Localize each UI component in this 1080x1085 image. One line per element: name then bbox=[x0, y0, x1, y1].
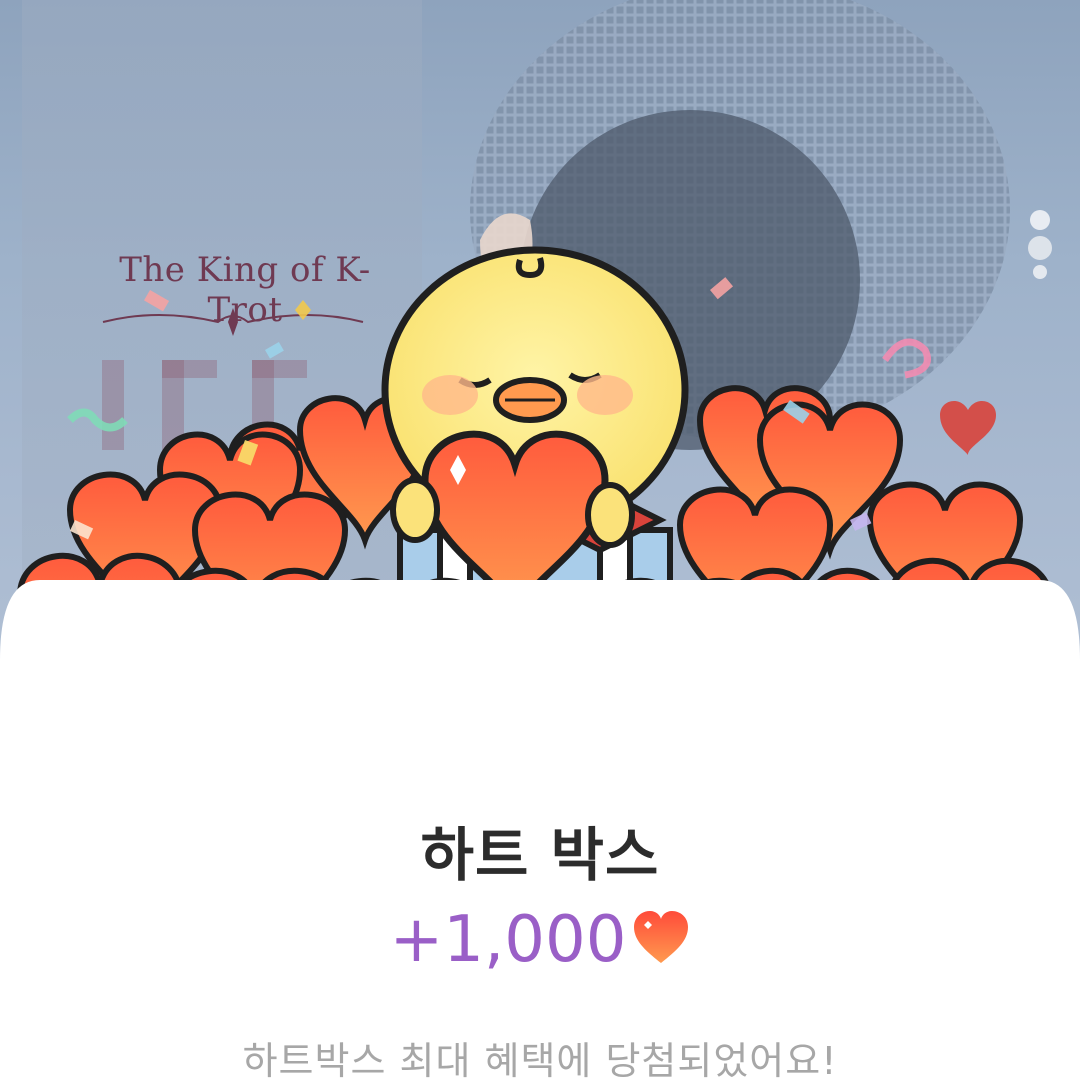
reward-message: 하트박스 최대 혜택에 당첨되었어요! bbox=[242, 1039, 838, 1083]
card-title: 하트 박스 bbox=[420, 821, 660, 889]
reward-value: +1,000 bbox=[389, 903, 627, 977]
heart-icon bbox=[634, 911, 689, 963]
reward-amount: +1,000 bbox=[0, 908, 1080, 972]
reward-card: 하트 박스 +1,000 하트박스 최대 혜택에 당첨되었어요! bbox=[0, 700, 1080, 1083]
